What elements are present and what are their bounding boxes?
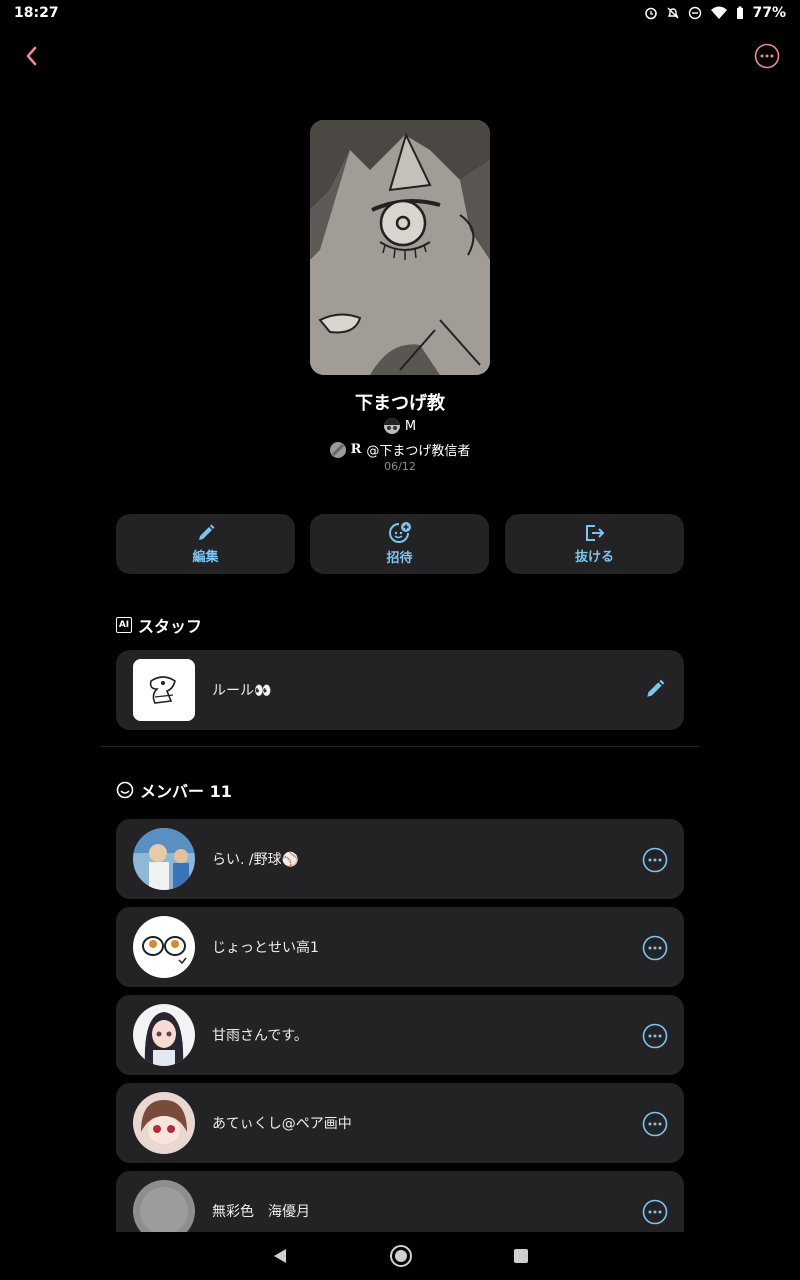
group-title: 下まつげ教 [355,393,445,414]
smile-icon [116,781,134,799]
group-owner[interactable]: M [0,418,800,434]
nav-home-icon[interactable] [389,1244,413,1268]
staff-heading: AI スタッフ [116,613,202,637]
member-avatar [133,1092,195,1154]
edit-button[interactable]: 編集 [116,514,295,574]
nav-back-icon[interactable] [271,1247,289,1265]
group-date: 06/12 [384,460,416,473]
members-heading-label: メンバー 11 [140,782,232,801]
edit-rules-button[interactable] [644,678,666,700]
group-admin[interactable]: R @下まつげ教信者 [0,440,800,459]
member-name: じょっとせい高1 [212,940,319,956]
staff-item-rules[interactable]: ルール👀 [116,650,684,730]
ai-icon: AI [116,617,132,633]
admin-handle: @下まつげ教信者 [366,444,471,459]
staff-item-name: ルール👀 [212,683,272,699]
pencil-icon [647,679,665,697]
member-item[interactable]: 無彩色 海優月 [116,1171,684,1232]
more-options-button[interactable] [754,43,780,69]
invite-button[interactable]: 招待 [310,514,489,574]
leave-button[interactable]: 抜ける [505,514,684,574]
member-options-button[interactable] [642,1199,668,1225]
status-icons: 77% [644,5,786,21]
member-avatar [133,828,195,890]
more-icon [642,847,668,873]
rules-thumbnail [133,659,195,721]
wifi-icon [711,6,728,19]
more-icon [642,935,668,961]
staff-heading-label: スタッフ [138,617,203,636]
status-bar: 18:27 77% [0,0,800,26]
member-options-button[interactable] [642,935,668,961]
member-avatar [133,916,195,978]
owner-name: M [404,418,417,434]
member-name: 甘雨さんです。 [212,1028,308,1044]
admin-mark: R [350,442,362,457]
exit-icon [585,525,604,541]
more-icon [642,1199,668,1225]
member-item[interactable]: 甘雨さんです。 [116,995,684,1075]
group-actions: 編集 招待 抜ける [116,514,684,574]
system-nav-bar [0,1232,800,1280]
add-friend-icon [388,522,411,543]
group-cover-image [310,120,490,375]
member-item[interactable]: あてぃくし@ペア画中 [116,1083,684,1163]
battery-icon [737,6,744,19]
member-avatar [133,1180,195,1232]
edit-label: 編集 [192,550,219,565]
notifications-off-icon [667,7,679,19]
section-divider [100,746,700,747]
members-heading: メンバー 11 [116,778,232,802]
dnd-icon [689,6,702,20]
invite-label: 招待 [386,551,413,566]
member-name: あてぃくし@ペア画中 [212,1116,352,1132]
member-options-button[interactable] [642,1023,668,1049]
battery-level: 77% [752,5,786,21]
leave-label: 抜ける [574,550,614,565]
top-bar [0,40,800,74]
chevron-left-icon [26,46,37,66]
member-item[interactable]: らい. /野球⚾ [116,819,684,899]
member-item[interactable]: じょっとせい高1 [116,907,684,987]
more-icon [642,1023,668,1049]
member-options-button[interactable] [642,847,668,873]
member-options-button[interactable] [642,1111,668,1137]
more-icon [754,43,780,69]
admin-avatar [329,441,346,458]
owner-avatar [383,418,400,434]
alarm-icon [645,7,658,20]
status-time: 18:27 [14,5,59,21]
nav-recents-icon[interactable] [513,1248,529,1264]
more-icon [642,1111,668,1137]
member-name: らい. /野球⚾ [212,852,300,868]
member-avatar [133,1004,195,1066]
back-button[interactable] [20,40,48,72]
member-name: 無彩色 海優月 [212,1204,310,1220]
pencil-icon [198,524,214,540]
